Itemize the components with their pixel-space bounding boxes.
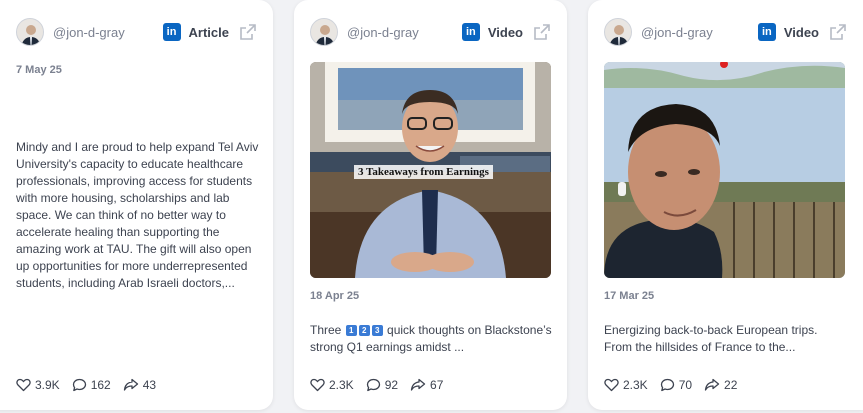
comments-stat: 162 <box>72 378 111 392</box>
comments-count: 92 <box>384 378 399 392</box>
avatar[interactable] <box>604 18 632 46</box>
heart-icon <box>16 378 31 392</box>
post-date: 18 Apr 25 <box>310 290 360 302</box>
comments-stat: 92 <box>366 378 398 392</box>
shares-stat: 67 <box>410 378 443 392</box>
post-header: @jon-d-gray in Video <box>310 16 551 48</box>
author-handle[interactable]: @jon-d-gray <box>641 25 713 40</box>
avatar[interactable] <box>16 18 44 46</box>
likes-stat: 2.3K <box>310 378 354 392</box>
post-text: Mindy and I are proud to help expand Tel… <box>16 140 259 290</box>
post-text: Three 123 quick thoughts on Blackstone’s… <box>310 322 552 356</box>
author-handle[interactable]: @jon-d-gray <box>53 25 125 40</box>
video-caption: 3 Takeaways from Earnings <box>354 165 493 179</box>
likes-count: 2.3K <box>623 378 648 392</box>
author-handle[interactable]: @jon-d-gray <box>347 25 419 40</box>
share-icon <box>704 378 720 391</box>
comment-icon <box>366 378 380 392</box>
comments-stat: 70 <box>660 378 692 392</box>
engagement-stats: 2.3K 92 67 <box>310 378 455 392</box>
post-text-start: Three <box>310 323 342 337</box>
post-card[interactable]: @jon-d-gray in Video 17 Mar 25 Energizin… <box>588 0 863 410</box>
external-link-icon[interactable] <box>829 23 847 41</box>
comments-count: 70 <box>678 378 693 392</box>
heart-icon <box>310 378 325 392</box>
keycap-one-emoji: 1 <box>345 325 357 337</box>
external-link-icon[interactable] <box>533 23 551 41</box>
post-type-label: Video <box>783 24 819 40</box>
avatar[interactable] <box>310 18 338 46</box>
comments-count: 162 <box>90 378 111 392</box>
post-type-label: Video <box>487 24 523 40</box>
post-card[interactable]: @jon-d-gray in Article 7 May 25 Mindy an… <box>0 0 273 410</box>
linkedin-icon: in <box>757 23 776 41</box>
share-icon <box>123 378 138 391</box>
likes-count: 3.9K <box>35 378 60 392</box>
shares-stat: 43 <box>123 378 156 392</box>
post-date: 17 Mar 25 <box>604 290 655 302</box>
video-thumbnail[interactable]: 3 Takeaways from Earnings <box>310 62 551 278</box>
engagement-stats: 2.3K 70 22 <box>604 378 749 392</box>
external-link-icon[interactable] <box>239 23 257 41</box>
post-date: 7 May 25 <box>16 64 62 76</box>
post-card[interactable]: @jon-d-gray in Video 3 Takeaways from Ea… <box>294 0 567 410</box>
post-text: Energizing back-to-back European trips. … <box>604 323 818 354</box>
comment-icon <box>72 378 86 392</box>
engagement-stats: 3.9K 162 43 <box>16 378 168 392</box>
linkedin-icon: in <box>461 23 480 41</box>
share-icon <box>410 378 426 391</box>
shares-stat: 22 <box>704 378 737 392</box>
post-type-label: Article <box>188 24 229 40</box>
keycap-two-emoji: 2 <box>358 325 370 337</box>
shares-count: 22 <box>724 378 738 392</box>
shares-count: 67 <box>430 378 444 392</box>
likes-count: 2.3K <box>329 378 354 392</box>
likes-stat: 3.9K <box>16 378 60 392</box>
keycap-three-emoji: 3 <box>371 325 383 337</box>
video-thumbnail[interactable] <box>604 62 845 278</box>
post-header: @jon-d-gray in Article <box>16 16 257 48</box>
post-header: @jon-d-gray in Video <box>604 16 847 48</box>
heart-icon <box>604 378 619 392</box>
comment-icon <box>660 378 674 392</box>
likes-stat: 2.3K <box>604 378 648 392</box>
shares-count: 43 <box>142 378 157 392</box>
linkedin-icon: in <box>162 23 181 41</box>
